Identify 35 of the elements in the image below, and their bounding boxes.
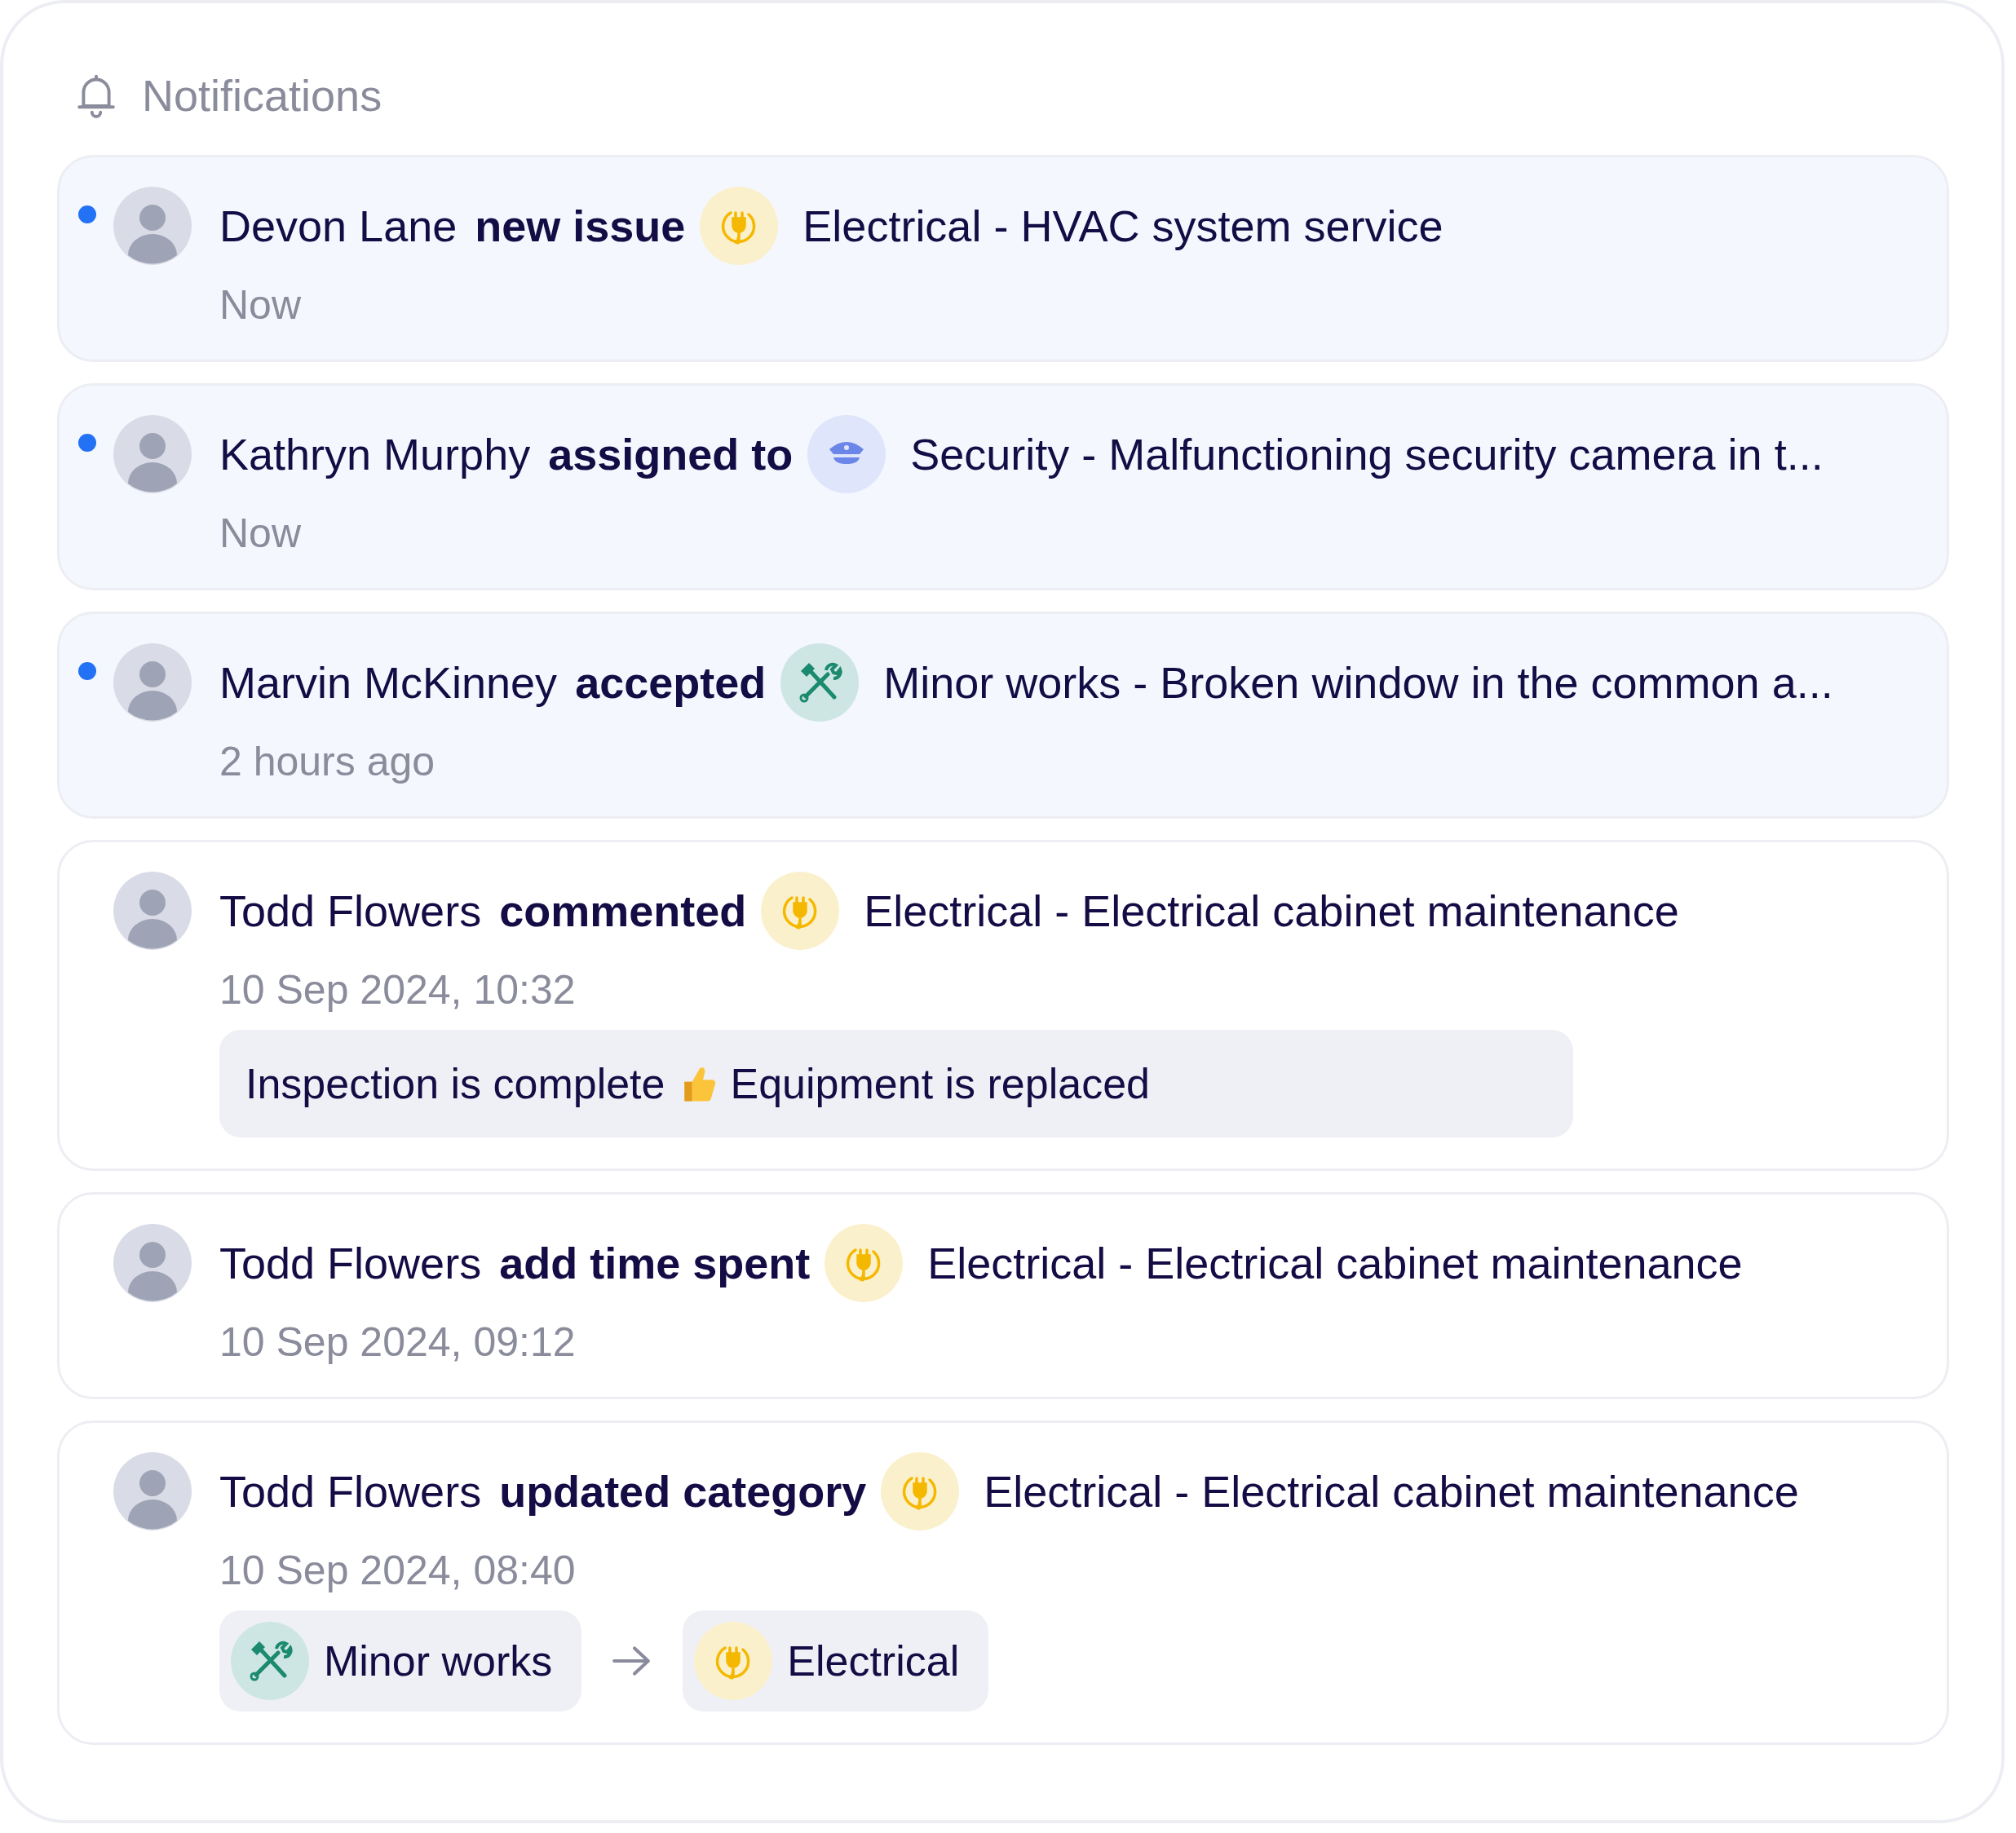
- comment-text: Equipment is replaced: [730, 1059, 1150, 1108]
- timestamp: Now: [219, 510, 303, 557]
- user-name: Todd Flowers: [219, 1238, 482, 1288]
- timestamp: 10 Sep 2024, 10:32: [219, 966, 577, 1014]
- user-name: Kathryn Murphy: [219, 429, 531, 479]
- action-text: updated category: [499, 1466, 867, 1517]
- notification-card[interactable]: Todd Flowers updated category Electrical - Electrical cabinet maintenance 10 Sep 2024, 08:40 Minor works Electrical: [57, 1420, 1949, 1745]
- user-name: Marvin McKinney: [219, 657, 558, 708]
- notification-card[interactable]: Kathryn Murphy assigned to Security - Malfunctioning security camera in t... Now: [57, 383, 1949, 590]
- notification-card[interactable]: Marvin McKinney accepted Minor works - Broken window in the common a... 2 hours ago: [57, 612, 1949, 819]
- timestamp: Now: [219, 281, 303, 329]
- issue-title: Electrical - Electrical cabinet maintenance: [864, 886, 1679, 936]
- category-label: Minor works: [324, 1636, 553, 1685]
- timestamp: 2 hours ago: [219, 738, 436, 785]
- notification-card[interactable]: Todd Flowers add time spent Electrical - Electrical cabinet maintenance 10 Sep 2024, 09:12: [57, 1192, 1949, 1399]
- category-label: Electrical: [787, 1636, 960, 1685]
- notification-card[interactable]: Todd Flowers commented Electrical - Electrical cabinet maintenance 10 Sep 2024, 10:32 Inspection is complete Equipment is replaced: [57, 840, 1949, 1171]
- issue-title: Electrical - HVAC system service: [802, 201, 1443, 251]
- issue-title: Electrical - Electrical cabinet maintenance: [927, 1238, 1743, 1288]
- notification-card[interactable]: Devon Lane new issue Electrical - HVAC system service Now: [57, 155, 1949, 362]
- panel-title: Notifications: [142, 70, 382, 121]
- user-name: Devon Lane: [219, 201, 458, 251]
- action-text: assigned to: [548, 429, 794, 479]
- user-name: Todd Flowers: [219, 1466, 482, 1517]
- timestamp: 10 Sep 2024, 09:12: [219, 1318, 577, 1366]
- user-name: Todd Flowers: [219, 886, 482, 936]
- action-text: commented: [499, 886, 747, 936]
- action-text: add time spent: [499, 1238, 811, 1288]
- issue-title: Security - Malfunctioning security camera in t...: [910, 429, 1824, 479]
- issue-title: Electrical - Electrical cabinet maintenance: [984, 1466, 1799, 1517]
- comment-text: Inspection is complete: [245, 1059, 665, 1108]
- timestamp: 10 Sep 2024, 08:40: [219, 1547, 577, 1594]
- action-text: new issue: [475, 201, 686, 251]
- action-text: accepted: [575, 657, 767, 708]
- issue-title: Minor works - Broken window in the common a...: [883, 657, 1833, 708]
